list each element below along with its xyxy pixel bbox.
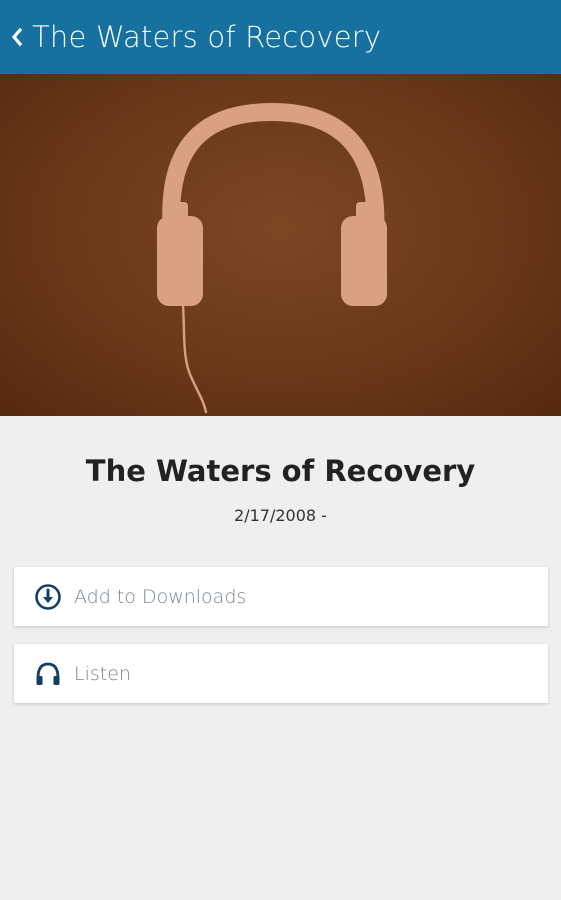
hero-image xyxy=(0,74,561,416)
header-title: The Waters of Recovery xyxy=(32,20,382,54)
app-header: The Waters of Recovery xyxy=(0,0,561,74)
episode-title: The Waters of Recovery xyxy=(85,454,476,488)
listen-button[interactable]: Listen xyxy=(14,644,548,703)
headphones-artwork xyxy=(157,102,387,414)
episode-date: 2/17/2008 - xyxy=(234,506,327,525)
headphones-icon xyxy=(34,660,62,688)
download-circle-icon xyxy=(34,583,62,611)
chevron-left-icon xyxy=(11,27,23,47)
add-to-downloads-button[interactable]: Add to Downloads xyxy=(14,567,548,626)
add-to-downloads-label: Add to Downloads xyxy=(74,585,247,608)
listen-label: Listen xyxy=(74,662,131,685)
back-button[interactable] xyxy=(4,0,30,74)
